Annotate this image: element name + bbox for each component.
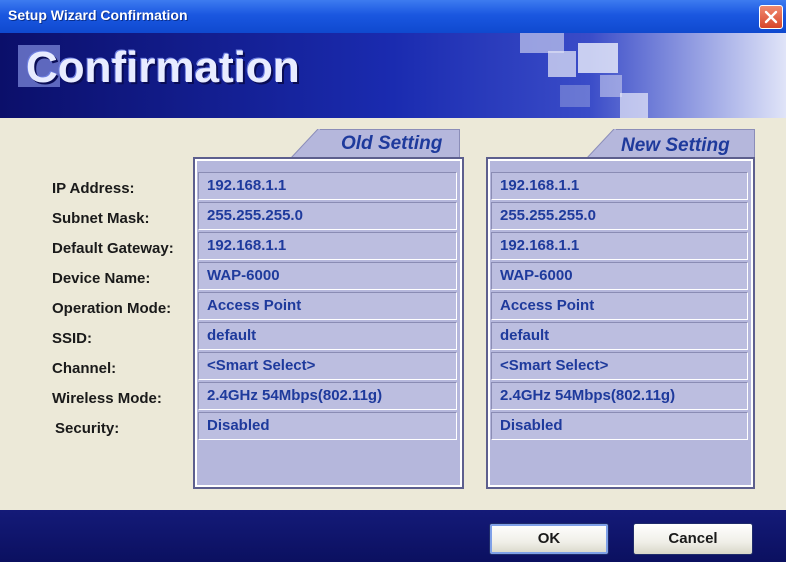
new-channel-field: <Smart Select> <box>491 352 748 380</box>
cancel-button[interactable]: Cancel <box>633 523 753 555</box>
new-subnet-mask-field: 255.255.255.0 <box>491 202 748 230</box>
old-ip-address-field: 192.168.1.1 <box>198 172 457 200</box>
old-ssid-field: default <box>198 322 457 350</box>
new-ssid-field: default <box>491 322 748 350</box>
tab-corner <box>290 129 320 159</box>
banner-decoration <box>548 51 576 77</box>
content-area: IP Address: Subnet Mask: Default Gateway… <box>0 118 786 510</box>
label-wireless-mode: Wireless Mode: <box>52 390 162 407</box>
new-operation-mode-field: Access Point <box>491 292 748 320</box>
old-subnet-mask-field: 255.255.255.0 <box>198 202 457 230</box>
old-channel-field: <Smart Select> <box>198 352 457 380</box>
banner-decoration <box>600 75 622 97</box>
banner-decoration <box>560 85 590 107</box>
window-title: Setup Wizard Confirmation <box>8 7 188 23</box>
tab-corner <box>586 129 616 159</box>
banner-heading: Confirmation <box>26 43 300 92</box>
banner-decoration <box>578 43 618 73</box>
setup-wizard-window: Setup Wizard Confirmation Confirmation I… <box>0 0 786 562</box>
new-default-gateway-field: 192.168.1.1 <box>491 232 748 260</box>
old-security-field: Disabled <box>198 412 457 440</box>
label-ssid: SSID: <box>52 330 93 347</box>
old-default-gateway-field: 192.168.1.1 <box>198 232 457 260</box>
old-setting-title: Old Setting <box>341 133 443 154</box>
title-bar: Setup Wizard Confirmation <box>0 0 786 33</box>
button-bar: OK Cancel <box>0 510 786 562</box>
label-ip-address: IP Address: <box>52 180 135 197</box>
new-device-name-field: WAP-6000 <box>491 262 748 290</box>
label-default-gateway: Default Gateway: <box>52 240 174 257</box>
old-wireless-mode-field: 2.4GHz 54Mbps(802.11g) <box>198 382 457 410</box>
old-device-name-field: WAP-6000 <box>198 262 457 290</box>
new-setting-title: New Setting <box>621 135 730 156</box>
new-ip-address-field: 192.168.1.1 <box>491 172 748 200</box>
label-security: Security: <box>55 420 120 437</box>
label-device-name: Device Name: <box>52 270 151 287</box>
close-button[interactable] <box>759 5 783 29</box>
tab-new-setting: New Setting <box>614 129 755 159</box>
label-channel: Channel: <box>52 360 117 377</box>
banner-decoration <box>620 93 648 118</box>
ok-button[interactable]: OK <box>489 523 609 555</box>
label-operation-mode: Operation Mode: <box>52 300 172 317</box>
old-operation-mode-field: Access Point <box>198 292 457 320</box>
label-subnet-mask: Subnet Mask: <box>52 210 150 227</box>
close-icon <box>764 10 778 24</box>
header-banner: Confirmation <box>0 33 786 118</box>
banner-decoration <box>520 33 564 53</box>
tab-old-setting: Old Setting <box>318 129 460 159</box>
new-wireless-mode-field: 2.4GHz 54Mbps(802.11g) <box>491 382 748 410</box>
new-security-field: Disabled <box>491 412 748 440</box>
